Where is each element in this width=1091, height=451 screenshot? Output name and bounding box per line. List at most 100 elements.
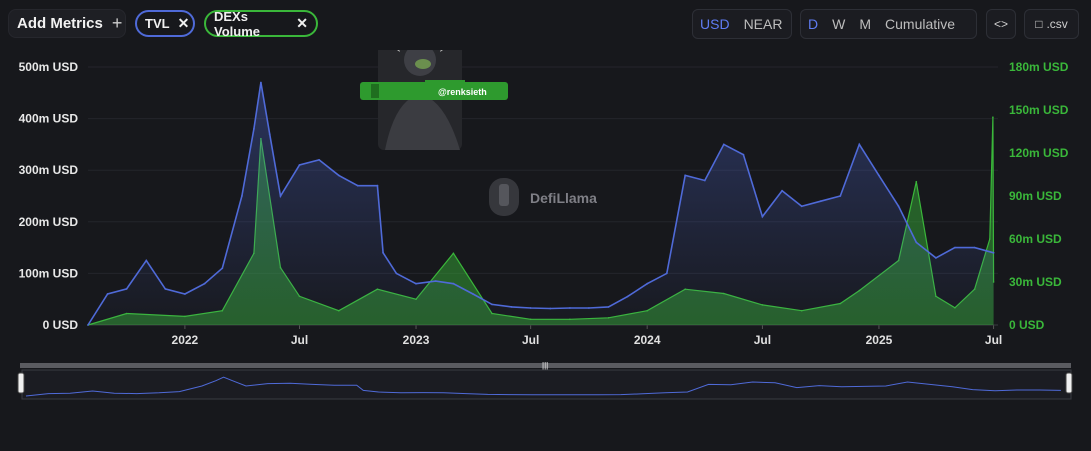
y-left-tick-label: 500m USD <box>19 60 79 74</box>
dex-volume-point <box>452 252 455 255</box>
dex-volume-point <box>992 116 994 118</box>
tvl-point <box>992 251 995 254</box>
slider-handle-right[interactable] <box>1065 372 1073 394</box>
y-left-tick-label: 300m USD <box>19 163 79 177</box>
tvl-point <box>87 324 89 326</box>
tvl-point <box>415 282 417 285</box>
tvl-point <box>839 195 842 197</box>
tvl-point <box>241 195 243 197</box>
tvl-point <box>626 295 629 298</box>
range-m-button[interactable]: M <box>852 16 878 32</box>
close-icon[interactable]: ✕ <box>296 15 308 32</box>
tvl-point <box>382 251 384 254</box>
x-tick-label: Jul <box>985 333 1002 347</box>
y-axis-left: 0 USD 100m USD 200m USD 300m USD 400m USD 500… <box>19 60 79 332</box>
tvl-point <box>356 184 359 187</box>
x-tick-label: 2024 <box>634 333 661 347</box>
tvl-point <box>221 267 224 270</box>
x-tick-label: Jul <box>754 333 771 347</box>
tvl-point <box>954 246 956 249</box>
tvl-point <box>781 189 783 192</box>
dex-volume-point <box>915 180 918 183</box>
slider-handle-left[interactable] <box>17 372 25 394</box>
defillama-watermark: DefiLlama <box>489 178 597 216</box>
tvl-point <box>742 153 745 156</box>
tvl-point <box>722 143 725 146</box>
y-right-tick-label: 90m USD <box>1009 189 1062 203</box>
tvl-point <box>761 215 764 218</box>
range-w-button[interactable]: W <box>825 16 852 32</box>
tvl-point <box>395 272 398 275</box>
tvl-point <box>253 128 255 130</box>
file-icon: □ <box>1035 17 1043 31</box>
tvl-point <box>510 306 513 308</box>
tvl-point <box>472 293 474 295</box>
y-left-tick-label: 200m USD <box>19 215 79 229</box>
y-right-tick-label: 150m USD <box>1009 103 1069 117</box>
tvl-point <box>164 288 167 290</box>
tvl-point <box>260 81 262 84</box>
tvl-point <box>703 179 706 182</box>
tvl-point <box>588 307 590 309</box>
y-right-tick-label: 180m USD <box>1009 60 1069 74</box>
tvl-point <box>646 282 649 285</box>
tvl-point <box>973 246 976 249</box>
range-cumulative-button[interactable]: Cumulative <box>878 16 962 32</box>
tvl-point <box>125 288 128 290</box>
chip-label: DEXs Volume <box>214 8 260 39</box>
chart-area: 0 USD 100m USD 200m USD 300m USD 400m USD 500… <box>17 50 1073 400</box>
tvl-point <box>434 280 437 282</box>
close-icon[interactable]: ✕ <box>178 15 190 32</box>
tvl-point <box>203 282 206 285</box>
x-tick-label: 2023 <box>403 333 430 347</box>
embed-button[interactable]: <> <box>986 9 1016 39</box>
x-tick-label: Jul <box>522 333 539 347</box>
tvl-point <box>897 205 900 208</box>
tvl-point <box>878 174 880 177</box>
add-metrics-label: Add Metrics <box>17 15 103 32</box>
y-left-tick-label: 400m USD <box>19 112 79 126</box>
add-metrics-button[interactable]: Add Metrics + <box>8 9 126 38</box>
tvl-point <box>819 200 822 203</box>
sticker-image: @renksieth <box>360 50 508 150</box>
watermark-text: DefiLlama <box>530 190 597 206</box>
metric-chip-tvl[interactable]: TVL ✕ <box>135 10 195 37</box>
tvl-point <box>452 282 455 285</box>
tvl-point <box>665 272 668 275</box>
tvl-point <box>549 307 552 310</box>
csv-label: .csv <box>1046 17 1068 31</box>
range-toggle: D W M Cumulative <box>800 9 977 39</box>
x-tick-label: Jul <box>291 333 308 347</box>
tvl-point <box>145 259 148 262</box>
tvl-point <box>106 293 109 295</box>
chip-label: TVL <box>145 16 170 31</box>
tvl-point <box>607 306 610 308</box>
y-right-tick-label: 120m USD <box>1009 146 1069 160</box>
range-d-button[interactable]: D <box>801 16 825 32</box>
currency-near-button[interactable]: NEAR <box>737 16 790 32</box>
tvl-point <box>298 164 301 166</box>
tvl-point <box>858 143 861 146</box>
tvl-point <box>268 133 271 135</box>
sticker-handle: @renksieth <box>438 87 487 97</box>
y-right-tick-label: 0 USD <box>1009 318 1045 332</box>
tvl-point <box>376 184 379 187</box>
currency-usd-button[interactable]: USD <box>693 16 737 32</box>
tvl-point <box>184 293 186 295</box>
x-tick-label: 2025 <box>866 333 893 347</box>
tvl-point <box>491 303 493 306</box>
y-axis-right: 0 USD 30m USD 60m USD 90m USD 120m USD 150m U… <box>1009 60 1069 332</box>
tvl-point <box>337 174 340 177</box>
y-right-tick-label: 30m USD <box>1009 275 1062 289</box>
range-slider[interactable]: ||| <box>17 361 1073 400</box>
csv-download-button[interactable]: □ .csv <box>1024 9 1079 39</box>
slider-grip-icon[interactable]: ||| <box>542 361 548 370</box>
x-tick-label: 2022 <box>172 333 199 347</box>
plus-icon: + <box>111 13 123 33</box>
metric-chip-dexs-volume[interactable]: DEXs Volume ✕ <box>204 8 318 39</box>
code-icon: <> <box>993 17 1008 31</box>
tvl-point <box>569 307 571 309</box>
tvl-point <box>529 307 532 309</box>
y-left-tick-label: 0 USD <box>43 318 79 332</box>
x-axis: 2022 Jul 2023 Jul 2024 Jul 2025 Jul <box>88 324 1002 347</box>
